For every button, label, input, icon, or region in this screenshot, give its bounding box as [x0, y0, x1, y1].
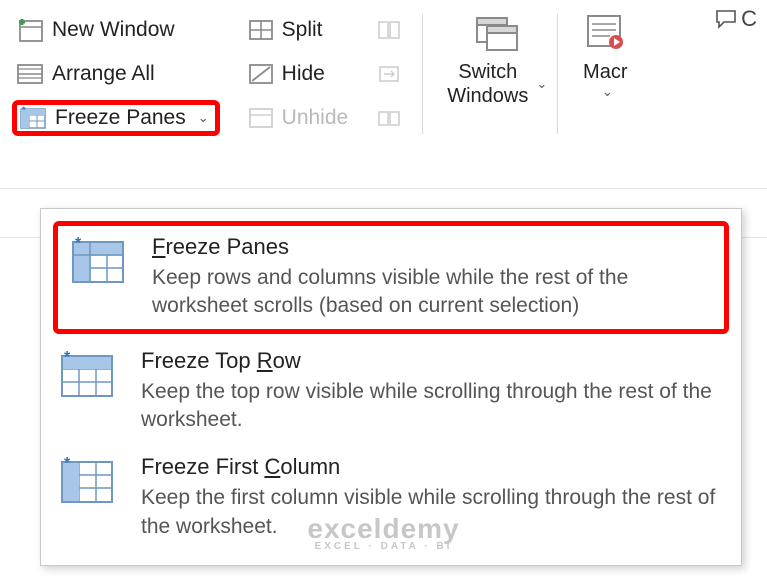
split-label: Split — [282, 18, 323, 42]
menu-item-title: Freeze Panes — [152, 234, 712, 260]
ribbon-col2: Split Hide Unhide — [244, 8, 353, 140]
macros-button[interactable]: Macr ⌄ — [572, 8, 628, 102]
svg-text:*: * — [64, 456, 71, 472]
arrange-all-label: Arrange All — [52, 62, 155, 86]
speech-bubble-icon — [715, 9, 737, 29]
ribbon-col1: New Window Arrange All — [12, 8, 220, 140]
arrange-all-icon — [16, 63, 44, 85]
comments-indicator: C — [715, 6, 757, 32]
hide-icon — [248, 63, 274, 85]
menu-item-desc: Keep the top row visible while scrolling… — [141, 378, 723, 435]
chevron-down-icon: ⌄ — [198, 110, 209, 126]
svg-text:*: * — [22, 106, 26, 115]
freeze-panes-menu: * Freeze Panes Keep rows and columns vis… — [40, 208, 742, 566]
chevron-down-icon: ⌄ — [536, 76, 547, 92]
menu-item-freeze-panes[interactable]: * Freeze Panes Keep rows and columns vis… — [53, 221, 729, 334]
freeze-panes-button[interactable]: * Freeze Panes ⌄ — [12, 100, 220, 136]
menu-item-desc: Keep rows and columns visible while the … — [152, 264, 712, 321]
new-window-icon — [16, 17, 44, 43]
comments-letter: C — [741, 6, 757, 32]
macros-label: Macr — [583, 60, 627, 84]
split-icon — [248, 19, 274, 41]
arrange-all-button[interactable]: Arrange All — [12, 60, 159, 88]
menu-item-title: Freeze First Column — [141, 454, 723, 480]
switch-windows-icon — [471, 10, 523, 54]
unhide-label: Unhide — [282, 106, 349, 130]
freeze-top-row-icon: * — [58, 350, 116, 400]
unhide-icon — [248, 107, 274, 129]
menu-item-freeze-first-column[interactable]: * Freeze First Column Keep the first col… — [41, 444, 741, 551]
hide-label: Hide — [282, 62, 325, 86]
svg-text:*: * — [64, 350, 71, 366]
switch-windows-button[interactable]: Switch Windows ⌄ — [437, 8, 557, 110]
new-window-label: New Window — [52, 18, 175, 42]
freeze-panes-label: Freeze Panes — [55, 106, 186, 130]
chevron-down-icon: ⌄ — [602, 84, 613, 100]
unhide-button: Unhide — [244, 104, 353, 132]
hide-button[interactable]: Hide — [244, 60, 329, 88]
separator — [422, 14, 423, 134]
reset-window-icon — [376, 107, 402, 129]
ribbon-window-group: New Window Arrange All — [0, 0, 767, 140]
svg-text:*: * — [75, 236, 82, 252]
freeze-panes-icon: * — [19, 106, 47, 130]
macros-icon — [582, 10, 628, 54]
separator — [557, 14, 558, 134]
view-side-by-side-icon — [376, 19, 402, 41]
menu-item-desc: Keep the first column visible while scro… — [141, 484, 723, 541]
menu-item-title: Freeze Top Row — [141, 348, 723, 374]
sync-scroll-icon — [376, 63, 402, 85]
ribbon-sync-col — [376, 8, 402, 140]
switch-windows-label: Switch Windows — [447, 60, 528, 108]
freeze-first-column-icon: * — [58, 456, 116, 506]
new-window-button[interactable]: New Window — [12, 15, 179, 45]
menu-item-freeze-top-row[interactable]: * Freeze Top Row Keep the top row visibl… — [41, 338, 741, 445]
freeze-panes-icon: * — [69, 236, 127, 286]
split-button[interactable]: Split — [244, 16, 327, 44]
